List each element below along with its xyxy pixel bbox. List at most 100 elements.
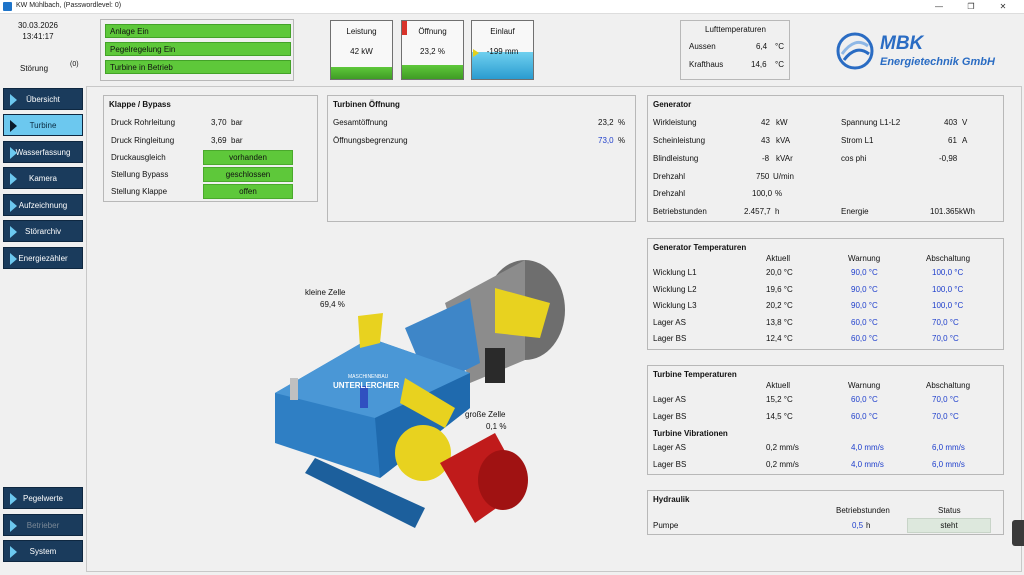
- row-unit: %: [775, 189, 783, 198]
- value-abschaltung[interactable]: 70,0 °C: [932, 395, 959, 404]
- maximize-button[interactable]: ❐: [956, 0, 986, 14]
- nav-system[interactable]: System: [3, 540, 83, 562]
- lufttemp-value: 14,6: [751, 60, 767, 69]
- row-value: 61: [948, 136, 957, 145]
- hydraulik-panel: Hydraulik Betriebstunden Status Pumpe 0,…: [647, 490, 1004, 535]
- row-label: Wicklung L1: [653, 268, 697, 277]
- generator-temperaturen-panel: Generator Temperaturen Aktuell Warnung A…: [647, 238, 1004, 350]
- brand-line1: MASCHINENBAU: [348, 374, 389, 380]
- row-label: Öffnungsbegrenzung: [333, 136, 408, 145]
- value-aktuell: 14,5 °C: [766, 411, 793, 421]
- level-marker-icon: [473, 49, 479, 57]
- value-warnung[interactable]: 60,0 °C: [851, 318, 878, 327]
- row-label: Wirkleistung: [653, 118, 697, 127]
- row-label: Betriebstunden: [653, 207, 707, 216]
- value-warnung[interactable]: 60,0 °C: [851, 412, 878, 421]
- brand-line2: UNTERLERCHER: [333, 381, 399, 390]
- turbine-illustration: MASCHINENBAU UNTERLERCHER: [275, 260, 565, 528]
- value-warnung[interactable]: 90,0 °C: [851, 268, 878, 277]
- row-label: Gesamtöffnung: [333, 118, 388, 127]
- row-unit: h: [866, 521, 871, 530]
- value-abschaltung[interactable]: 100,0 °C: [932, 301, 963, 310]
- value-warnung[interactable]: 90,0 °C: [851, 301, 878, 310]
- row-unit: V: [962, 118, 968, 127]
- gauge-einlauf: Einlauf -199 mm: [471, 20, 534, 80]
- row-unit: kVAr: [776, 154, 793, 163]
- value-abschaltung[interactable]: 70,0 °C: [932, 334, 959, 343]
- row-label: Lager AS: [653, 395, 686, 404]
- value-warnung[interactable]: 60,0 °C: [851, 395, 878, 404]
- nav-wasserfassung[interactable]: Wasserfassung: [3, 141, 83, 163]
- nav-aufzeichnung[interactable]: Aufzeichnung: [3, 194, 83, 216]
- nav-energiezaehler[interactable]: Energiezähler: [3, 247, 83, 269]
- value-abschaltung[interactable]: 6,0 mm/s: [932, 443, 965, 452]
- col-header: Aktuell: [766, 381, 791, 390]
- nav-pegelwerte[interactable]: Pegelwerte: [3, 487, 83, 509]
- row-label: Lager BS: [653, 411, 687, 421]
- state-bypass: geschlossen: [203, 167, 293, 182]
- row-label: Scheinleistung: [653, 136, 706, 145]
- row-unit: %: [618, 136, 626, 145]
- value-abschaltung[interactable]: 70,0 °C: [932, 412, 959, 421]
- value-abschaltung[interactable]: 100,0 °C: [932, 268, 963, 277]
- nav-arrow-icon: [10, 173, 17, 185]
- col-header: Abschaltung: [926, 254, 971, 263]
- state-druckausgleich: vorhanden: [203, 150, 293, 165]
- value-warnung[interactable]: 60,0 °C: [851, 334, 878, 343]
- row-label: Lager BS: [653, 459, 687, 469]
- nav-kamera[interactable]: Kamera: [3, 167, 83, 189]
- status-anlage: Anlage Ein: [105, 24, 291, 38]
- nav-arrow-icon: [10, 200, 17, 212]
- row-unit: kVA: [776, 136, 791, 145]
- col-header: Abschaltung: [926, 381, 971, 390]
- value-abschaltung[interactable]: 70,0 °C: [932, 318, 959, 327]
- row-value[interactable]: 73,0: [598, 136, 614, 145]
- row-value: 101.365: [930, 207, 959, 216]
- gauge-fill: [472, 52, 533, 79]
- value-abschaltung[interactable]: 100,0 °C: [932, 285, 963, 294]
- nav-betrieber[interactable]: Betrieber: [3, 514, 83, 536]
- gauge-value: -199 mm: [486, 47, 519, 56]
- datetime-display: 30.03.2026 13:41:17: [8, 20, 68, 42]
- row-value: 23,2: [598, 118, 614, 127]
- value-aktuell: 20,0 °C: [766, 268, 793, 277]
- row-label: Lager AS: [653, 317, 686, 327]
- row-value: 2.457,7: [744, 207, 771, 216]
- row-label: Wicklung L2: [653, 284, 697, 294]
- col-header: Warnung: [848, 381, 881, 390]
- minimize-button[interactable]: —: [924, 0, 954, 14]
- app-icon: [3, 2, 12, 11]
- value-aktuell: 0,2 mm/s: [766, 459, 799, 469]
- nav-arrow-icon: [10, 120, 17, 132]
- panel-title: Hydraulik: [653, 495, 690, 504]
- panel-title: Turbine Temperaturen: [653, 370, 737, 379]
- value-warnung[interactable]: 4,0 mm/s: [851, 460, 884, 469]
- nav-arrow-icon: [10, 493, 17, 505]
- gauge-leistung: Leistung 42 kW: [330, 20, 393, 80]
- nav-uebersicht[interactable]: Übersicht: [3, 88, 83, 110]
- row-label: Spannung L1-L2: [841, 118, 901, 127]
- nav-stoerarchiv[interactable]: Störarchiv: [3, 220, 83, 242]
- close-button[interactable]: ✕: [988, 0, 1018, 14]
- value-warnung[interactable]: 4,0 mm/s: [851, 443, 884, 452]
- nav-turbine[interactable]: Turbine: [3, 114, 83, 136]
- value-abschaltung[interactable]: 6,0 mm/s: [932, 460, 965, 469]
- kleine-zelle-value: 69,4 %: [320, 300, 345, 309]
- side-tab-handle[interactable]: [1012, 520, 1024, 546]
- value-aktuell: 19,6 °C: [766, 284, 793, 294]
- col-header: Warnung: [848, 254, 881, 263]
- row-label: Strom L1: [841, 136, 874, 145]
- nav-arrow-icon: [10, 546, 17, 558]
- nav-arrow-icon: [10, 147, 17, 159]
- lufttemp-value: 6,4: [756, 42, 768, 51]
- mbk-logo-icon: [836, 32, 874, 70]
- row-label: cos phi: [841, 154, 867, 163]
- row-label: Pumpe: [653, 521, 679, 530]
- gauge-oeffnung: Öffnung 23,2 %: [401, 20, 464, 80]
- value-warnung[interactable]: 90,0 °C: [851, 285, 878, 294]
- nav-arrow-icon: [10, 226, 17, 238]
- col-header: Betriebstunden: [836, 506, 890, 515]
- gauge-label: Öffnung: [418, 27, 447, 36]
- stoerung-label[interactable]: Störung: [20, 64, 48, 73]
- row-value[interactable]: 0,5: [852, 521, 863, 530]
